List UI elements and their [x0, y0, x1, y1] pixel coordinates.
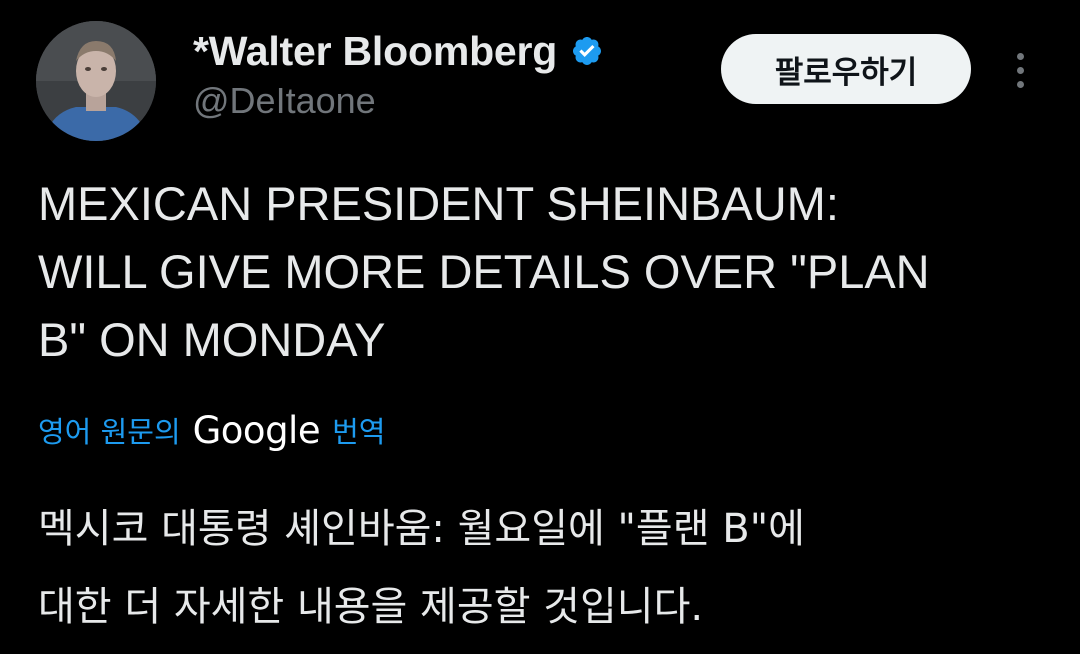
follow-button[interactable]: 팔로우하기 — [721, 34, 971, 104]
translated-text: 멕시코 대통령 셰인바움: 월요일에 "플랜 B"에 대한 더 자세한 내용을 … — [38, 490, 1048, 646]
author-name-row: *Walter Bloomberg — [193, 24, 607, 78]
more-dot — [1016, 52, 1024, 60]
avatar-image — [36, 21, 156, 141]
more-options-icon[interactable] — [1004, 47, 1036, 93]
more-dot — [1016, 80, 1024, 88]
more-dot — [1016, 66, 1024, 74]
tweet-text: MEXICAN PRESIDENT SHEINBAUM: WILL GIVE M… — [38, 170, 1048, 374]
author-display-name[interactable]: *Walter Bloomberg — [193, 28, 557, 75]
tweet-text-line: WILL GIVE MORE DETAILS OVER "PLAN — [38, 245, 930, 298]
tweet-card: *Walter Bloomberg @DeItaone 팔로우하기 MEXICA… — [0, 0, 1080, 654]
translate-source-link[interactable]: 영어 원문의 — [38, 409, 181, 451]
tweet-text-line: B" ON MONDAY — [38, 313, 386, 366]
tweet-text-line: MEXICAN PRESIDENT SHEINBAUM: — [38, 177, 839, 230]
translated-text-line: 대한 더 자세한 내용을 제공할 것입니다. — [38, 584, 704, 630]
translate-label-link[interactable]: 번역 — [332, 409, 385, 451]
translated-text-line: 멕시코 대통령 셰인바움: 월요일에 "플랜 B"에 — [38, 506, 805, 552]
google-logo: Google — [192, 408, 321, 452]
author-handle[interactable]: @DeItaone — [193, 80, 376, 122]
verified-badge-icon — [573, 37, 602, 65]
avatar[interactable] — [36, 21, 156, 141]
translation-attribution: 영어 원문의 Google 번역 — [38, 404, 385, 456]
